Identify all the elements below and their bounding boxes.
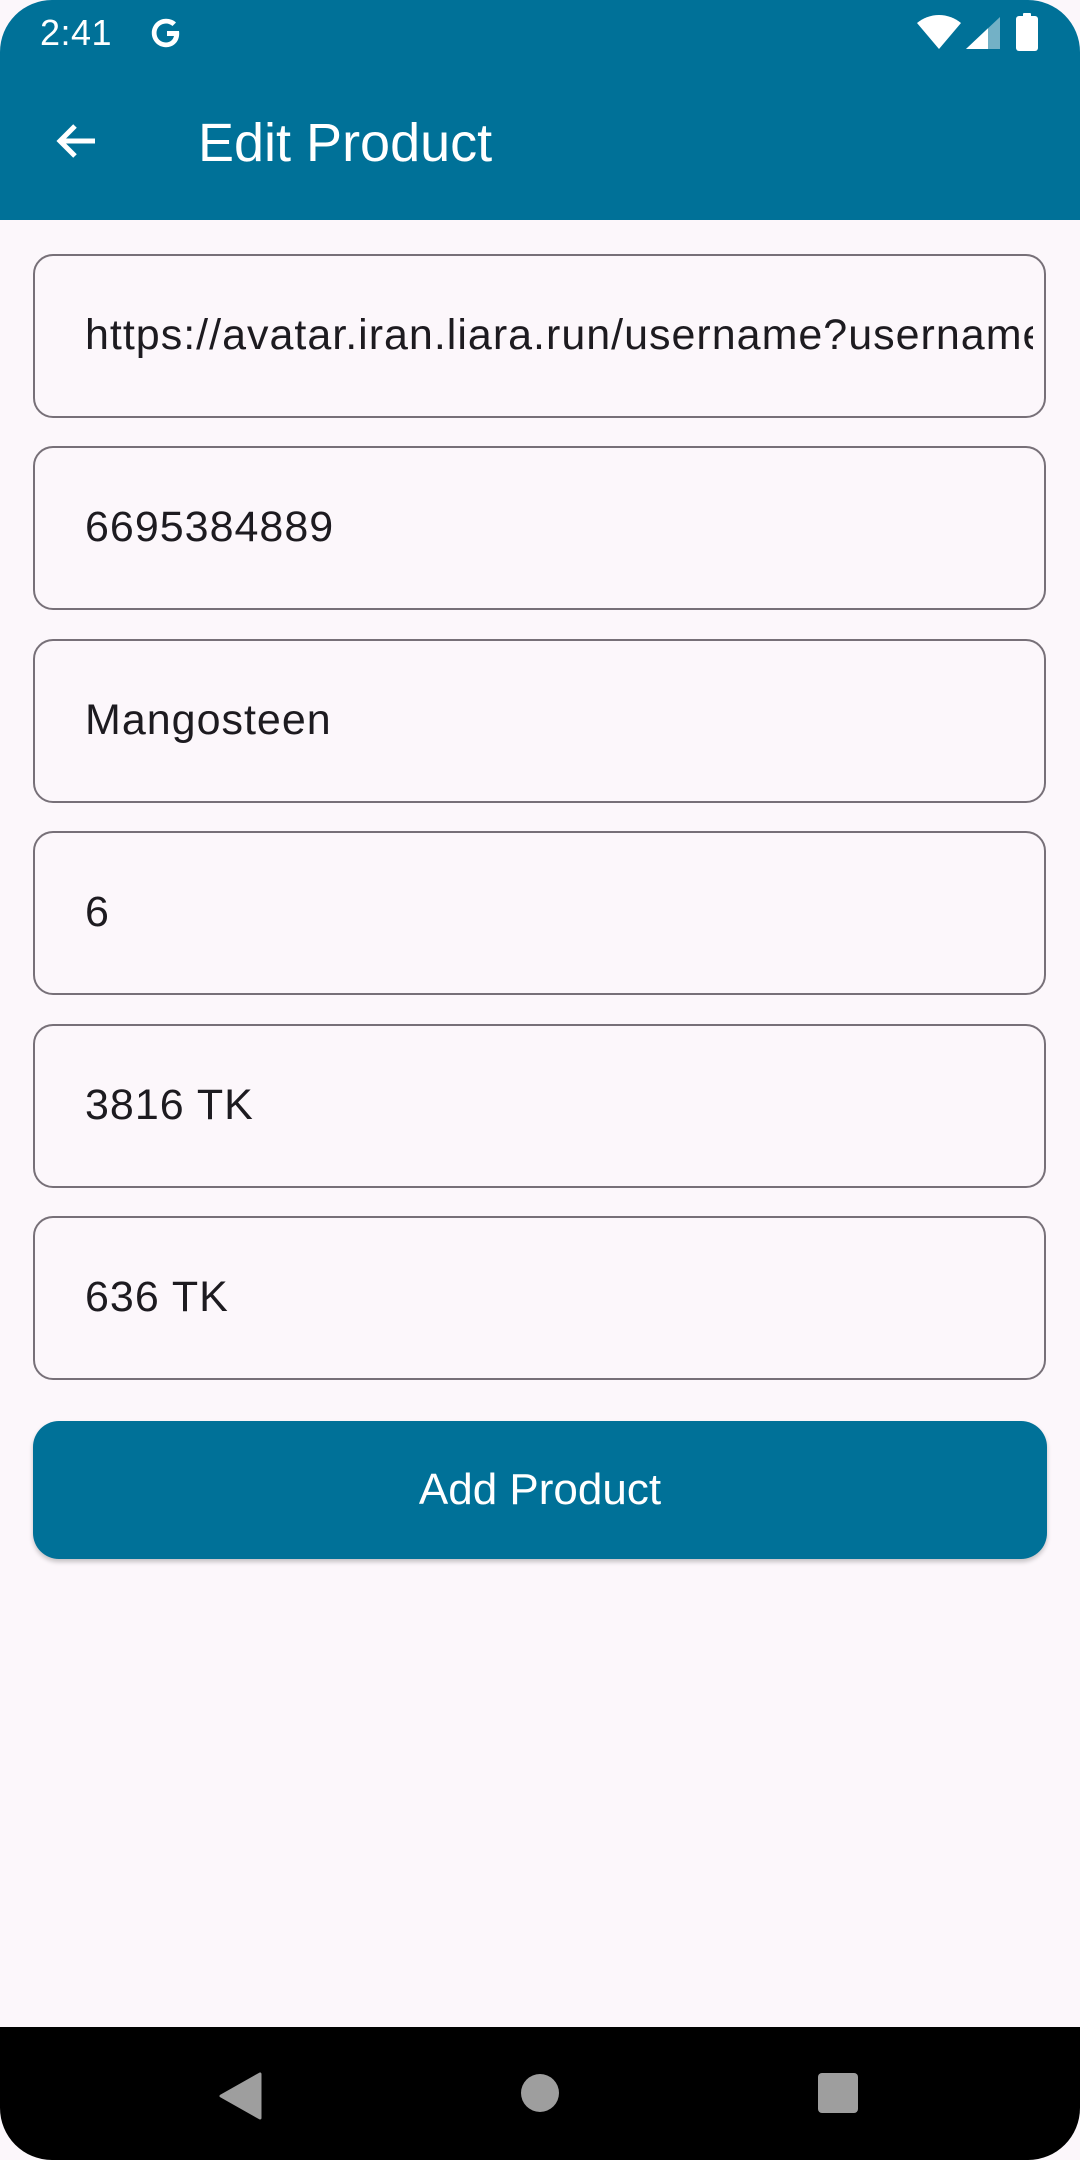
quantity-field[interactable] [33,831,1046,995]
add-product-button[interactable]: Add Product [33,1421,1047,1559]
product-name-input[interactable] [85,641,1033,800]
page-title: Edit Product [198,113,493,173]
price-input[interactable] [85,1026,1033,1185]
discount-field[interactable] [33,1216,1046,1380]
image-url-input[interactable] [85,256,1033,415]
nav-recents-icon[interactable] [818,2073,858,2113]
battery-icon [1016,13,1038,51]
price-field[interactable] [33,1024,1046,1188]
system-nav-bar [0,2027,1080,2160]
product-name-field[interactable] [33,639,1046,803]
google-icon [151,18,180,48]
arrow-back-icon [56,124,95,158]
wifi-icon [917,15,961,49]
status-bar: 2:41 [0,0,1080,66]
image-url-field[interactable] [33,254,1046,418]
nav-back-icon[interactable] [218,2071,262,2121]
signal-icon [966,17,1000,49]
status-time: 2:41 [40,12,113,53]
top-app-bar: 2:41 Edit Product [0,0,1080,220]
product-id-field[interactable] [33,446,1046,610]
discount-input[interactable] [85,1218,1033,1377]
quantity-input[interactable] [85,833,1033,992]
nav-home-icon[interactable] [520,2073,560,2113]
product-id-input[interactable] [85,448,1033,607]
back-button[interactable] [44,108,110,174]
